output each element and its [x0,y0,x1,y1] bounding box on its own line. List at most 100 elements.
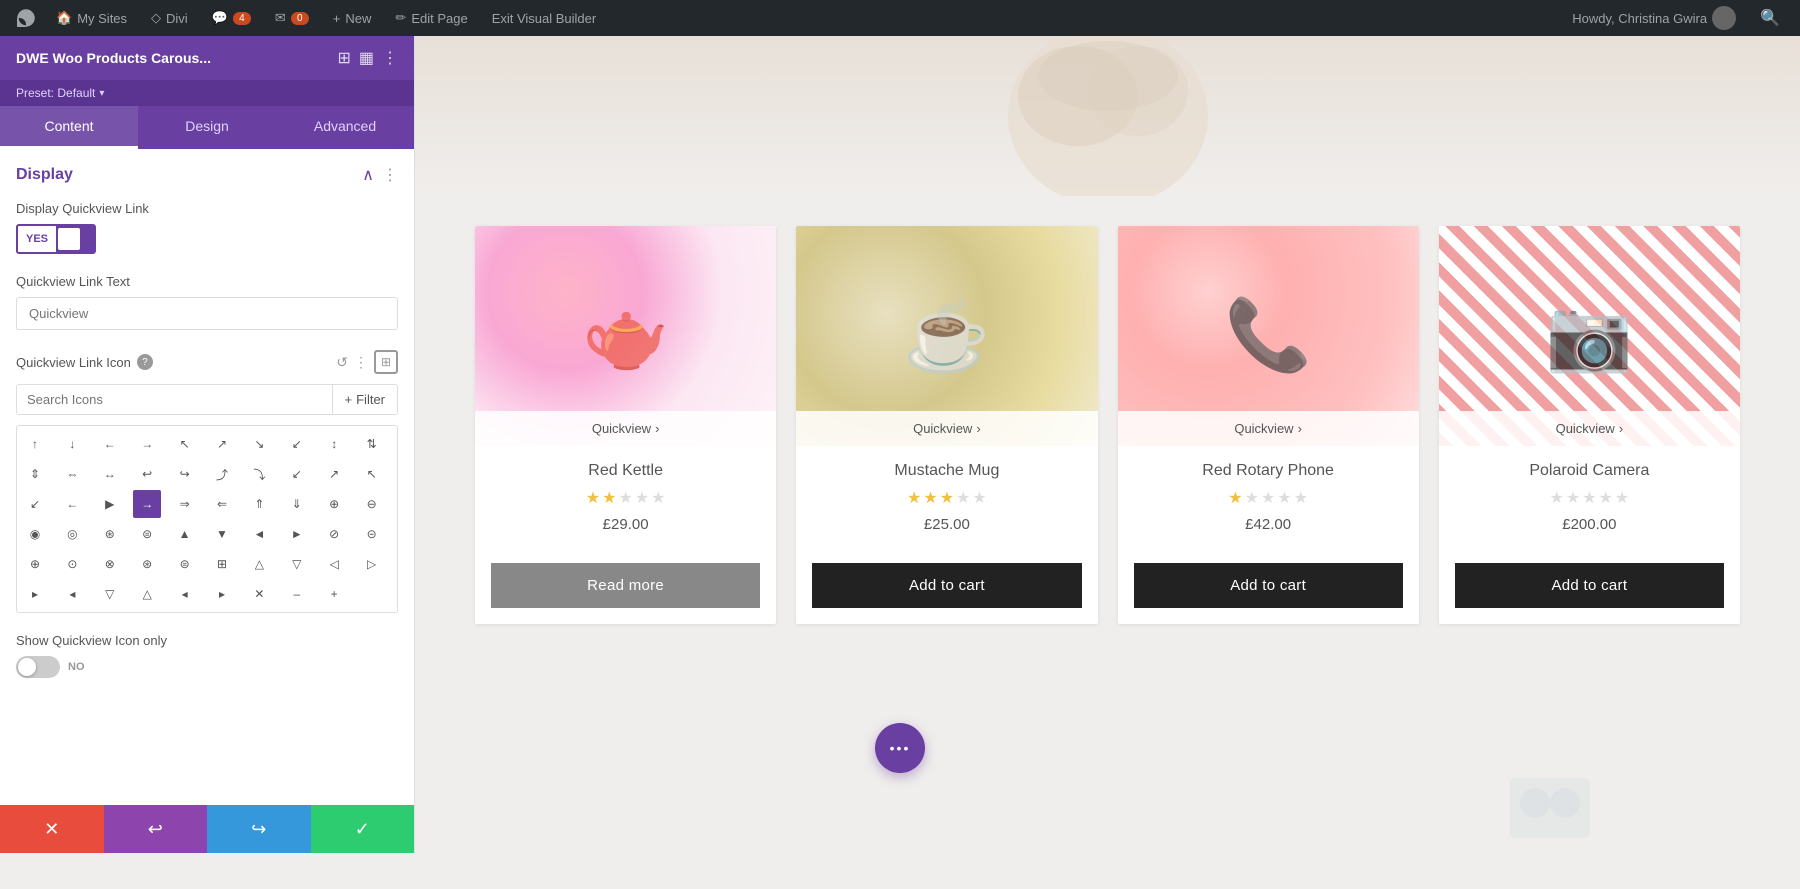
admin-bar-my-sites[interactable]: 🏠 My Sites [46,0,137,36]
panel-grid-icon[interactable]: ⊞ [337,48,350,68]
icon-cell[interactable]: ⇒ [171,490,199,518]
icon-target-button[interactable]: ⊞ [374,350,398,374]
icon-cell[interactable]: ◄ [245,520,273,548]
icon-cell[interactable]: ▽ [96,580,124,608]
icon-cell[interactable]: ⊙ [58,550,86,578]
admin-user-greeting[interactable]: Howdy, Christina Gwira [1562,0,1746,36]
tab-advanced[interactable]: Advanced [276,106,414,149]
admin-bar-new[interactable]: + New [323,0,382,36]
icon-cell[interactable]: ⇔ [58,460,86,488]
icon-cell[interactable]: ✕ [245,580,273,608]
icon-cell[interactable]: → [133,490,161,518]
icon-cell[interactable]: ⊜ [171,550,199,578]
redo-button[interactable]: ↪ [207,805,311,853]
icon-cell[interactable]: ⊕ [320,490,348,518]
icon-cell[interactable]: ◉ [21,520,49,548]
icon-cell[interactable]: + [320,580,348,608]
admin-search-icon[interactable]: 🔍 [1750,8,1790,28]
admin-bar-comments[interactable]: 💬 4 [202,0,261,36]
icon-cell[interactable]: ⊗ [96,550,124,578]
icon-help-button[interactable]: ? [137,354,153,370]
icon-cell[interactable]: – [283,580,311,608]
icon-cell[interactable]: ⇓ [283,490,311,518]
icon-cell[interactable]: ↙ [21,490,49,518]
icon-cell[interactable]: ⊘ [320,520,348,548]
icon-cell[interactable]: ↔ [96,460,124,488]
icon-cell[interactable]: ↘ [245,430,273,458]
admin-bar-messages[interactable]: ✉ 0 [265,0,319,36]
icon-cell[interactable]: △ [245,550,273,578]
icon-search-input[interactable] [17,385,332,414]
icon-cell[interactable]: △ [133,580,161,608]
admin-bar-divi[interactable]: ◇ Divi [141,0,198,36]
save-button[interactable]: ✓ [311,805,415,853]
admin-bar-edit-page[interactable]: ✏ Edit Page [385,0,477,36]
icon-cell[interactable]: ↓ [58,430,86,458]
icon-cell[interactable]: ↖ [358,460,386,488]
icon-cell[interactable]: ⤵ [245,460,273,488]
icon-cell[interactable]: ▷ [358,550,386,578]
icon-cell[interactable]: ▼ [208,520,236,548]
icon-cell[interactable]: ⊕ [21,550,49,578]
icon-cell[interactable]: ↖ [171,430,199,458]
icon-cell[interactable]: ▶ [96,490,124,518]
icon-cell[interactable]: ◂ [171,580,199,608]
icon-cell[interactable]: ⇐ [208,490,236,518]
icon-cell[interactable]: ↪ [171,460,199,488]
icon-cell[interactable]: ↑ [21,430,49,458]
icon-cell[interactable]: ▸ [208,580,236,608]
icon-cell[interactable]: ↙ [283,460,311,488]
panel-menu-icon[interactable]: ⋮ [382,48,398,68]
icon-cell[interactable]: ⇕ [21,460,49,488]
quickview-link-toggle[interactable]: YES [16,224,96,254]
icon-cell[interactable]: ⊜ [133,520,161,548]
icon-more-button[interactable]: ⋮ [354,354,368,371]
icon-cell[interactable]: ⊞ [208,550,236,578]
wp-logo-icon[interactable] [10,2,42,34]
icon-filter-button[interactable]: + Filter [332,385,397,414]
add-to-cart-button[interactable]: Add to cart [812,563,1081,608]
undo-button[interactable]: ↩ [104,805,208,853]
read-more-button[interactable]: Read more [491,563,760,608]
icon-cell[interactable]: ⊝ [358,520,386,548]
tab-content[interactable]: Content [0,106,138,149]
add-to-cart-button[interactable]: Add to cart [1134,563,1403,608]
icon-cell[interactable]: ⊛ [96,520,124,548]
quickview-overlay[interactable]: Quickview › [1439,411,1740,446]
icon-cell[interactable]: ► [283,520,311,548]
preset-dropdown-arrow[interactable]: ▾ [99,88,104,99]
quickview-overlay[interactable]: Quickview › [1118,411,1419,446]
icon-cell[interactable]: ⇑ [245,490,273,518]
icon-cell[interactable]: ◎ [58,520,86,548]
section-collapse-icon[interactable]: ∧ [362,165,374,185]
icon-cell[interactable]: ▸ [21,580,49,608]
icon-cell[interactable]: ↙ [283,430,311,458]
icon-cell[interactable]: ⇅ [358,430,386,458]
icon-reset-button[interactable]: ↺ [336,354,348,371]
quickview-overlay[interactable]: Quickview › [475,411,776,446]
section-menu-icon[interactable]: ⋮ [382,165,398,185]
icon-cell[interactable]: ▽ [283,550,311,578]
icon-cell[interactable]: ← [58,490,86,518]
icon-cell[interactable]: ↗ [208,430,236,458]
quickview-text-input[interactable] [16,297,398,330]
icon-cell[interactable]: ⊛ [133,550,161,578]
icon-cell[interactable]: ↗ [320,460,348,488]
admin-bar-exit-builder[interactable]: Exit Visual Builder [482,0,607,36]
quickview-overlay[interactable]: Quickview › [796,411,1097,446]
show-quickview-toggle[interactable] [16,656,60,678]
icon-cell[interactable]: ↩ [133,460,161,488]
icon-cell[interactable]: ⤴ [208,460,236,488]
icon-cell[interactable]: ← [96,430,124,458]
icon-cell[interactable]: ◂ [58,580,86,608]
icon-cell[interactable]: ◁ [320,550,348,578]
fab-button[interactable]: ••• [875,723,925,773]
cancel-button[interactable]: ✕ [0,805,104,853]
icon-cell[interactable]: → [133,430,161,458]
add-to-cart-button[interactable]: Add to cart [1455,563,1724,608]
icon-cell[interactable]: ▲ [171,520,199,548]
icon-cell[interactable]: ⊖ [358,490,386,518]
panel-layout-icon[interactable]: ▦ [359,48,374,68]
tab-design[interactable]: Design [138,106,276,149]
icon-cell[interactable]: ↕ [320,430,348,458]
